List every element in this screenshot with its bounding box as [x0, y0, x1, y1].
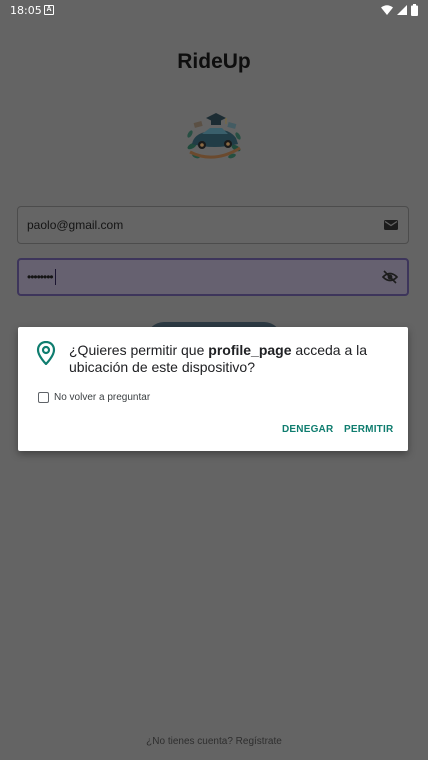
status-time: 18:05	[10, 4, 42, 17]
allow-button[interactable]: PERMITIR	[344, 424, 393, 435]
location-permission-dialog: ¿Quieres permitir que profile_page acced…	[18, 327, 408, 451]
visibility-off-icon[interactable]	[382, 269, 398, 285]
battery-icon	[411, 4, 418, 16]
email-value: paolo@gmail.com	[27, 218, 124, 232]
deny-button[interactable]: DENEGAR	[282, 424, 333, 435]
location-pin-icon	[36, 341, 56, 365]
status-bar: 18:05 A	[0, 0, 428, 20]
dont-ask-again-row[interactable]: No volver a preguntar	[38, 392, 150, 403]
dont-ask-again-label: No volver a preguntar	[54, 392, 151, 403]
email-field[interactable]: paolo@gmail.com	[17, 206, 409, 244]
password-value: ••••••••	[27, 260, 57, 294]
app-title: RideUp	[177, 50, 251, 73]
dialog-app-name: profile_page	[208, 342, 292, 358]
password-field[interactable]: ••••••••	[17, 258, 409, 296]
password-masked-text: ••••••••	[27, 270, 54, 284]
signal-icon	[397, 5, 407, 15]
rideup-logo-icon	[187, 113, 241, 159]
mail-icon	[384, 220, 398, 230]
status-icons	[381, 3, 418, 17]
dont-ask-again-checkbox[interactable]	[38, 392, 49, 403]
text-cursor	[54, 269, 57, 285]
dialog-message-prefix: ¿Quieres permitir que	[69, 342, 209, 358]
wifi-icon	[381, 5, 393, 15]
notification-icon: A	[44, 5, 54, 15]
dialog-message: ¿Quieres permitir que profile_page acced…	[69, 342, 389, 376]
register-link[interactable]: ¿No tienes cuenta? Regístrate	[0, 736, 428, 747]
